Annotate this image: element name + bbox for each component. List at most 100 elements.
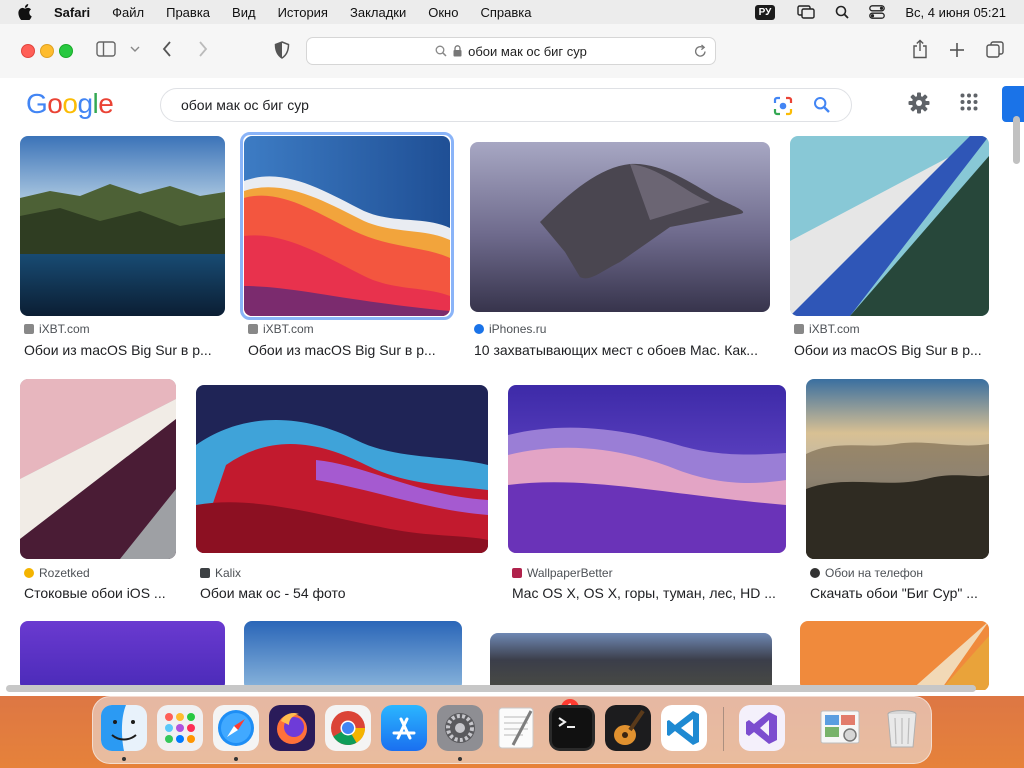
input-language-indicator[interactable]: РУ (754, 4, 776, 20)
google-lens-icon[interactable] (773, 96, 793, 119)
result-card[interactable] (800, 621, 990, 690)
running-indicator (458, 757, 462, 761)
safari-window: обои мак ос биг сур Google обои мак ос б… (0, 24, 1024, 696)
result-card[interactable]: iXBT.com Обои из macOS Big Sur в р... (790, 136, 990, 366)
result-title[interactable]: Стоковые обои iOS ... (24, 585, 172, 601)
favicon-icon (474, 324, 484, 334)
dock: 1 (92, 696, 932, 764)
share-icon[interactable] (912, 39, 928, 59)
running-indicator (122, 757, 126, 761)
result-title[interactable]: Mac OS X, OS X, горы, туман, лес, HD ... (512, 585, 784, 601)
forward-icon[interactable] (198, 41, 208, 57)
result-thumbnail[interactable] (20, 621, 225, 690)
lock-icon (453, 45, 462, 57)
menu-help[interactable]: Справка (480, 5, 531, 20)
dock-safari-icon[interactable] (213, 705, 259, 751)
control-center-icon[interactable] (869, 5, 886, 19)
favicon-icon (794, 324, 804, 334)
result-card[interactable]: WallpaperBetter Mac OS X, OS X, горы, ту… (508, 385, 788, 609)
dock-preview-icon[interactable] (817, 705, 863, 751)
window-minimize-button[interactable] (40, 44, 54, 58)
result-thumbnail[interactable] (20, 379, 176, 559)
search-box (160, 88, 852, 122)
dock-system-settings-icon[interactable] (437, 705, 483, 751)
result-card[interactable]: iPhones.ru 10 захватывающих мест с обоев… (470, 142, 770, 366)
google-apps-grid-icon[interactable] (960, 93, 978, 114)
result-source: WallpaperBetter (512, 566, 613, 580)
result-thumbnail[interactable] (800, 621, 989, 690)
menu-clock[interactable]: Вс, 4 июня 05:21 (905, 5, 1006, 20)
dock-firefox-icon[interactable] (269, 705, 315, 751)
result-card[interactable] (20, 621, 226, 690)
privacy-shield-icon[interactable] (274, 41, 290, 59)
menu-history[interactable]: История (278, 5, 328, 20)
result-card[interactable]: Kalix Обои мак ос - 54 фото (196, 385, 488, 609)
search-submit-icon[interactable] (813, 96, 831, 117)
result-source: iXBT.com (24, 322, 90, 336)
spotlight-search-icon[interactable] (835, 5, 850, 19)
window-close-button[interactable] (21, 44, 35, 58)
favicon-icon (810, 568, 820, 578)
tab-overview-icon[interactable] (986, 41, 1004, 59)
reload-icon[interactable] (694, 44, 707, 58)
result-title[interactable]: Обои из macOS Big Sur в р... (24, 342, 244, 358)
result-title[interactable]: Обои мак ос - 54 фото (200, 585, 484, 601)
dock-garageband-icon[interactable] (605, 705, 651, 751)
apple-menu-icon[interactable] (18, 4, 32, 20)
result-title[interactable]: 10 захватывающих мест с обоев Mac. Как..… (474, 342, 766, 358)
result-thumbnail[interactable] (244, 136, 450, 316)
dock-vscode-icon[interactable] (661, 705, 707, 751)
dock-chrome-icon[interactable] (325, 705, 371, 751)
result-card[interactable] (244, 621, 464, 690)
chevron-down-icon[interactable] (130, 46, 140, 52)
result-thumbnail[interactable] (244, 621, 462, 690)
result-source: Kalix (200, 566, 241, 580)
dock-app-store-icon[interactable] (381, 705, 427, 751)
screen-mirroring-icon[interactable] (797, 5, 816, 19)
favicon-icon (248, 324, 258, 334)
result-title[interactable]: Обои из macOS Big Sur в р... (794, 342, 990, 358)
result-thumbnail[interactable] (806, 379, 989, 559)
horizontal-scrollbar[interactable] (6, 685, 976, 692)
menu-file[interactable]: Файл (112, 5, 144, 20)
menu-bar: Safari Файл Правка Вид История Закладки … (0, 0, 1024, 24)
result-card[interactable]: Обои на телефон Скачать обои "Биг Сур" .… (806, 379, 990, 609)
favicon-icon (200, 568, 210, 578)
new-tab-icon[interactable] (949, 42, 965, 58)
dock-visual-studio-icon[interactable] (739, 705, 785, 751)
image-results-grid: iXBT.com Обои из macOS Big Sur в р... iX… (0, 130, 1010, 690)
result-card[interactable] (490, 633, 774, 690)
dock-textedit-icon[interactable] (493, 705, 539, 751)
menu-window[interactable]: Окно (428, 5, 458, 20)
address-bar[interactable]: обои мак ос биг сур (306, 37, 716, 65)
result-title[interactable]: Обои из macOS Big Sur в р... (248, 342, 468, 358)
result-thumbnail[interactable] (196, 385, 488, 553)
menu-app-name[interactable]: Safari (54, 5, 90, 20)
menu-edit[interactable]: Правка (166, 5, 210, 20)
result-thumbnail[interactable] (508, 385, 786, 553)
result-card[interactable]: iXBT.com Обои из macOS Big Sur в р... (20, 136, 226, 366)
settings-gear-icon[interactable] (908, 92, 930, 117)
window-zoom-button[interactable] (59, 44, 73, 58)
search-icon (435, 45, 447, 57)
menu-view[interactable]: Вид (232, 5, 256, 20)
dock-finder-icon[interactable] (101, 705, 147, 751)
search-input[interactable] (181, 95, 741, 115)
result-thumbnail[interactable] (470, 142, 770, 312)
vertical-scrollbar[interactable] (1013, 116, 1020, 164)
browser-toolbar: обои мак ос биг сур (0, 24, 1024, 79)
result-card[interactable]: Rozetked Стоковые обои iOS ... (20, 379, 180, 609)
dock-launchpad-icon[interactable] (157, 705, 203, 751)
result-thumbnail[interactable] (790, 136, 989, 316)
sidebar-toggle-icon[interactable] (96, 41, 116, 57)
menu-bookmarks[interactable]: Закладки (350, 5, 406, 20)
address-text: обои мак ос биг сур (468, 43, 587, 59)
back-icon[interactable] (162, 41, 172, 57)
result-thumbnail[interactable] (20, 136, 225, 316)
result-thumbnail[interactable] (490, 633, 772, 690)
google-logo[interactable]: Google (26, 88, 114, 120)
result-card-selected[interactable]: iXBT.com Обои из macOS Big Sur в р... (240, 132, 454, 366)
dock-trash-icon[interactable] (879, 705, 925, 751)
dock-terminal-icon[interactable] (549, 705, 595, 751)
result-title[interactable]: Скачать обои "Биг Сур" ... (810, 585, 990, 601)
